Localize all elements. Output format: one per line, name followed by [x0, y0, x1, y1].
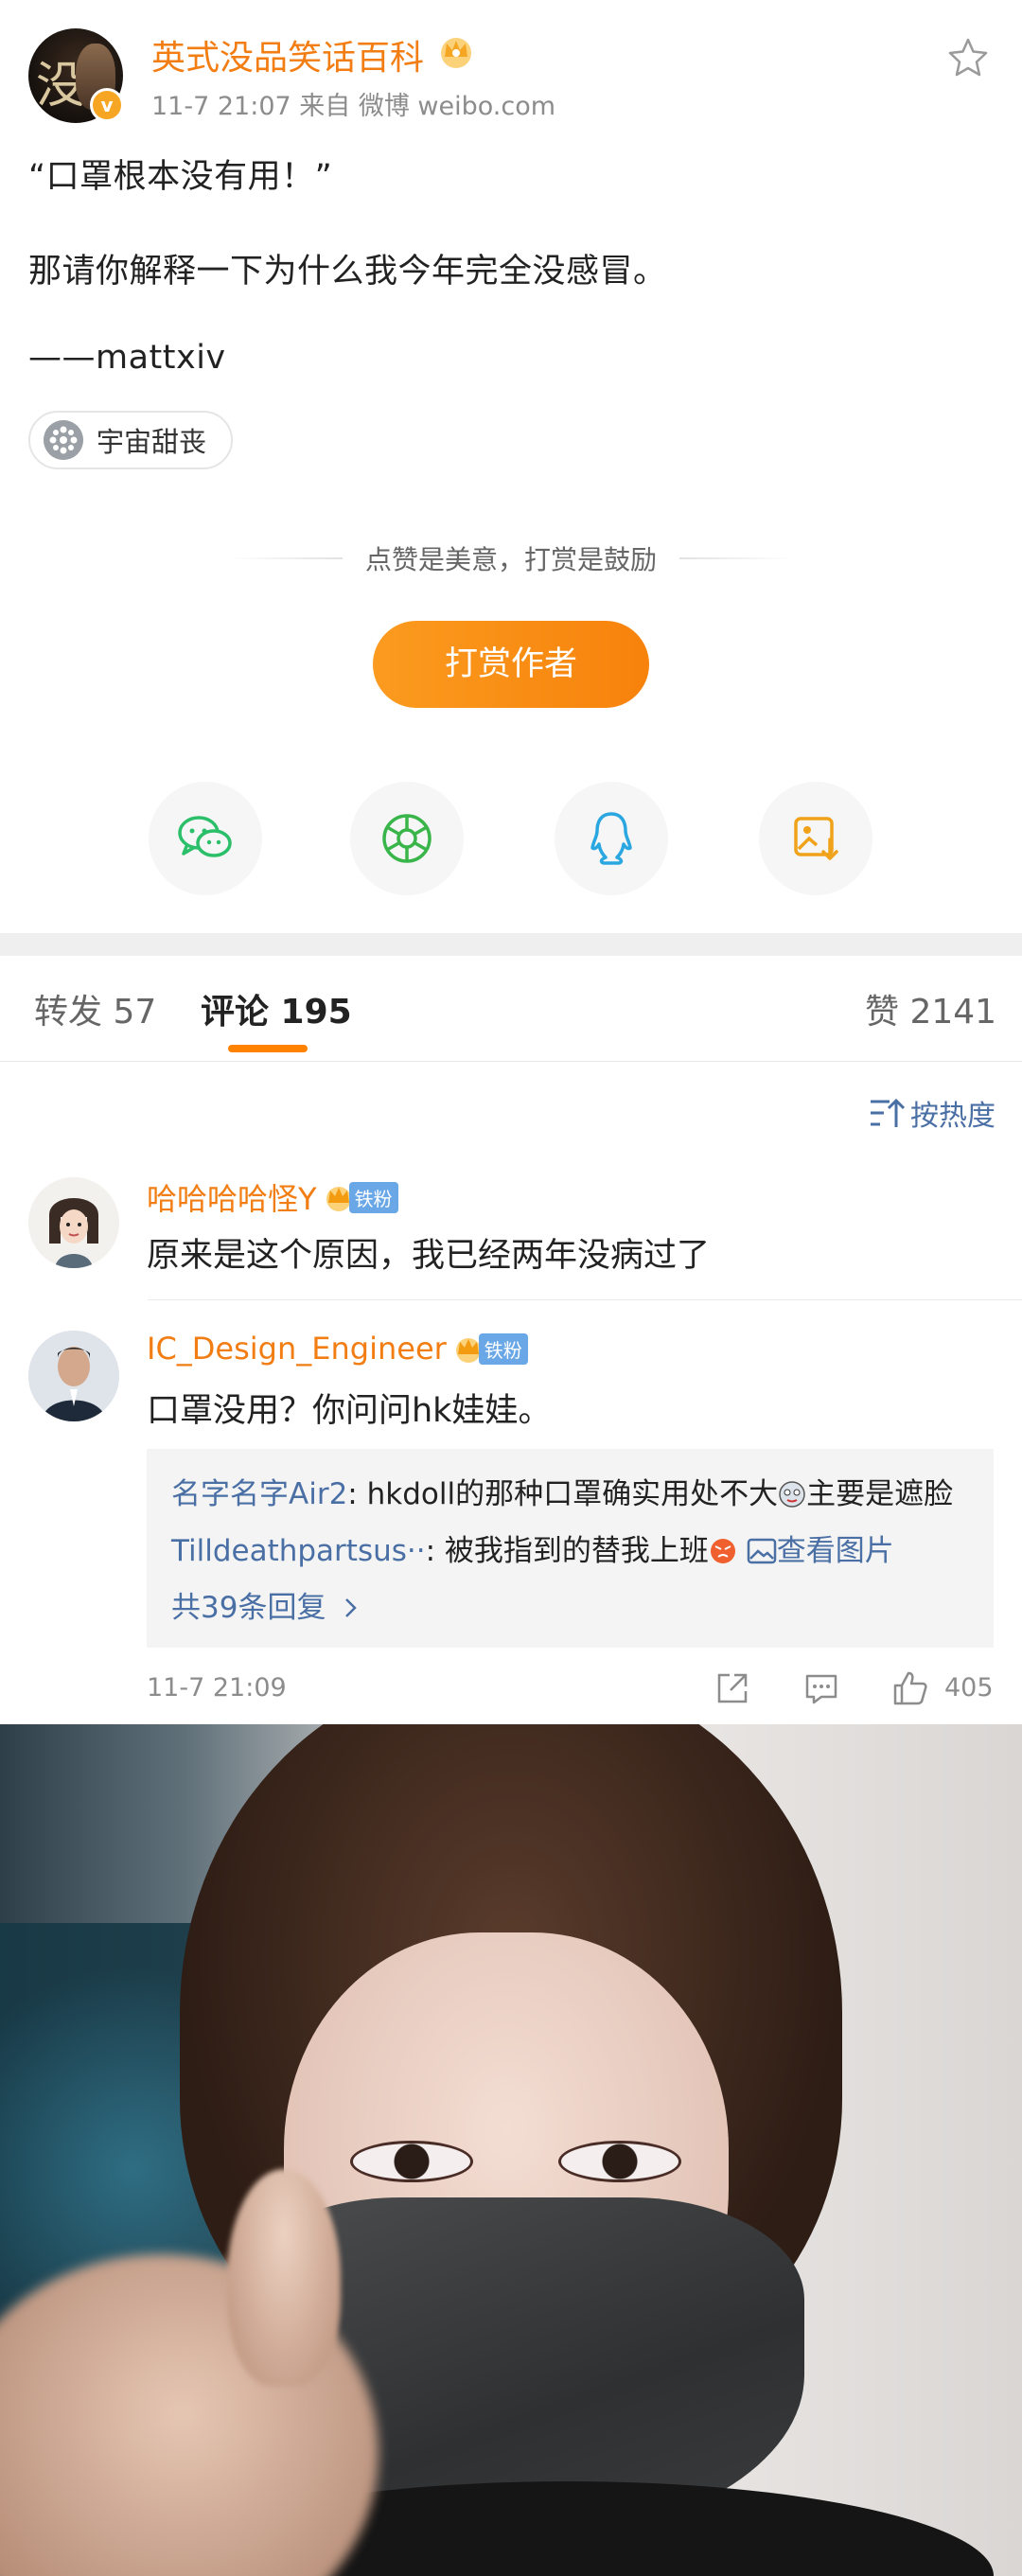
- commenter-avatar[interactable]: [28, 1331, 119, 1421]
- comment-icon[interactable]: [802, 1669, 840, 1707]
- reply-text: : hkdoll的那种口罩确实用处不大: [347, 1477, 779, 1511]
- more-replies-link[interactable]: 共39条回复: [171, 1583, 361, 1626]
- comment-text: 原来是这个原因，我已经两年没病过了: [147, 1237, 711, 1275]
- reply-preview-box[interactable]: 名字名字Air2: hkdoll的那种口罩确实用处不大 主要是遮脸 Tilldea…: [147, 1449, 994, 1648]
- reply-user[interactable]: 名字名字Air2: [171, 1477, 347, 1511]
- save-image-icon: [794, 817, 838, 860]
- like-count: 405: [944, 1673, 994, 1703]
- qq-icon: [590, 812, 632, 865]
- divider-left: [228, 557, 343, 559]
- author-name[interactable]: 英式没品笑话百科: [151, 30, 424, 79]
- cartoon-avatar: [28, 1177, 119, 1268]
- sort-icon: [871, 1098, 905, 1127]
- sort-by-hot-button[interactable]: 按热度: [869, 1092, 996, 1134]
- reply-item[interactable]: Tilldeathpartsus··: 被我指到的替我上班 查看图片: [171, 1526, 894, 1569]
- fan-badge: 铁粉: [323, 1181, 398, 1213]
- tab-repost[interactable]: 转发 57: [34, 984, 156, 1033]
- reward-author-button[interactable]: 打赏作者: [373, 621, 649, 708]
- fan-tag: 铁粉: [348, 1181, 398, 1213]
- active-tab-indicator: [228, 1045, 308, 1052]
- section-separator: [0, 933, 1022, 956]
- sort-label: 按热度: [910, 1100, 996, 1133]
- view-image-link[interactable]: 查看图片: [747, 1534, 894, 1568]
- reply-text: : 被我指到的替我上班: [425, 1534, 709, 1568]
- reward-prompt: 点赞是美意，打赏是鼓励: [364, 544, 657, 575]
- post-line-2: 那请你解释一下为什么我今年完全没感冒。: [28, 253, 667, 291]
- post-line-3: ——mattxiv: [28, 339, 226, 377]
- reply-item[interactable]: 名字名字Air2: hkdoll的那种口罩确实用处不大 主要是遮脸: [171, 1470, 953, 1512]
- share-moments-button[interactable]: [350, 782, 464, 895]
- photo-eye-right: [558, 2141, 681, 2182]
- more-replies-label: 共39条回复: [171, 1591, 326, 1625]
- post-meta: 11-7 21:07 来自 微博 weibo.com: [151, 92, 556, 121]
- photo-eye-left: [350, 2141, 473, 2182]
- angry-emoji-icon: [710, 1539, 735, 1563]
- share-icon[interactable]: [714, 1669, 751, 1707]
- save-image-button[interactable]: [759, 782, 872, 895]
- comment-text: 口罩没用？你问问hk娃娃。: [147, 1392, 552, 1430]
- photo-pointing-finger: [227, 2169, 341, 2387]
- tab-comments[interactable]: 评论 195: [201, 984, 352, 1033]
- topic-tag[interactable]: 宇宙甜丧: [28, 411, 234, 469]
- reply-text-tail: 主要是遮脸: [806, 1477, 954, 1511]
- divider-right: [679, 557, 793, 559]
- reply-user[interactable]: Tilldeathpartsus··: [171, 1534, 426, 1568]
- like-icon[interactable]: [891, 1669, 929, 1707]
- verified-badge-icon: v: [90, 88, 124, 122]
- comment-1-header: 哈哈哈哈怪Y 铁粉: [147, 1175, 398, 1219]
- view-image-label: 查看图片: [776, 1534, 894, 1568]
- share-wechat-button[interactable]: [149, 782, 262, 895]
- reward-prompt-row: 点赞是美意，打赏是鼓励: [0, 539, 1022, 577]
- tab-likes[interactable]: 赞 2141: [865, 984, 996, 1033]
- emoji-icon: [779, 1481, 805, 1508]
- image-icon: [747, 1538, 777, 1564]
- wechat-icon: [178, 816, 232, 857]
- topic-icon: [44, 420, 83, 460]
- share-qq-button[interactable]: [555, 782, 668, 895]
- moments-icon: [382, 814, 432, 863]
- chevron-right-icon: [345, 1598, 358, 1617]
- post-line-1: “口罩根本没有用！”: [28, 158, 333, 196]
- crown-icon: [441, 38, 471, 68]
- commenter-name[interactable]: 哈哈哈哈怪Y: [147, 1175, 317, 1219]
- comment-2-header: IC_Design_Engineer 铁粉: [147, 1331, 528, 1367]
- commenter-avatar[interactable]: [28, 1177, 119, 1268]
- favorite-star-icon[interactable]: [946, 36, 990, 79]
- fan-tag: 铁粉: [478, 1332, 528, 1365]
- tab-divider: [0, 1061, 1022, 1062]
- photo-avatar: [28, 1331, 119, 1421]
- comment-time: 11-7 21:09: [147, 1673, 287, 1703]
- comment-attached-photo[interactable]: [0, 1724, 1022, 2576]
- fan-badge: 铁粉: [452, 1332, 528, 1365]
- topic-label: 宇宙甜丧: [97, 426, 207, 458]
- comment-divider: [148, 1299, 1022, 1300]
- commenter-name[interactable]: IC_Design_Engineer: [147, 1331, 447, 1367]
